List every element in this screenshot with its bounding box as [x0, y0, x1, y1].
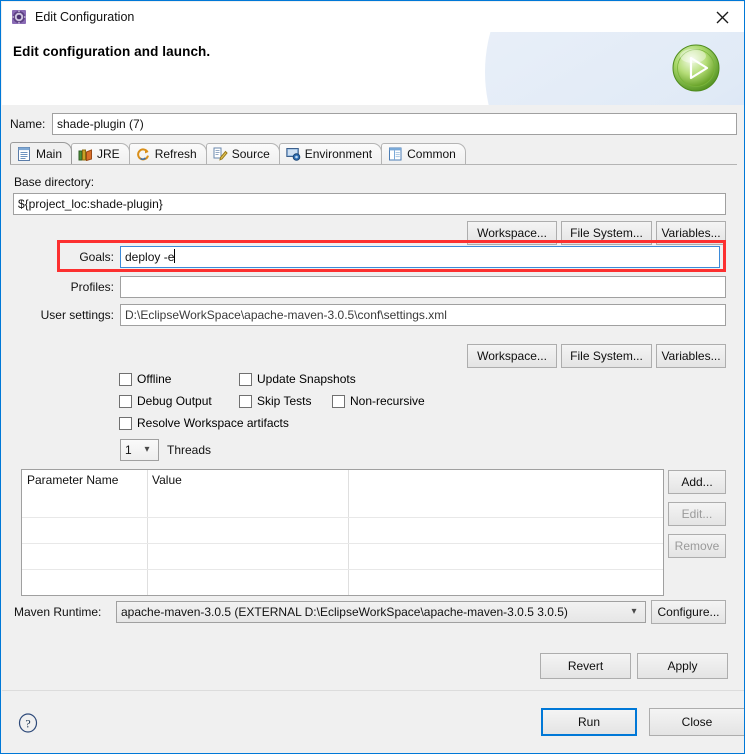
tab-label: Common [407, 147, 456, 161]
profiles-input[interactable] [120, 276, 726, 298]
profiles-label: Profiles: [70, 280, 114, 294]
text-caret [174, 249, 176, 263]
books-icon [78, 147, 93, 162]
base-directory-input[interactable]: ${project_loc:shade-plugin} [13, 193, 726, 215]
tab-label: Environment [304, 147, 373, 161]
dialog-header: Edit configuration and launch. [2, 32, 744, 105]
tab-jre[interactable]: JRE [71, 143, 130, 164]
chevron-down-icon: ▾ [631, 606, 637, 617]
threads-combo[interactable]: 1 ▾ [120, 439, 159, 461]
source-edit-icon [213, 147, 228, 161]
title-bar: Edit Configuration [2, 2, 744, 32]
checkbox-label: Update Snapshots [257, 372, 356, 386]
checkbox-label: Offline [137, 372, 172, 386]
name-label: Name: [10, 117, 46, 131]
tab-source[interactable]: Source [205, 143, 280, 164]
checkbox-box [332, 394, 345, 408]
column-extra [348, 470, 663, 491]
maven-runtime-combo[interactable]: apache-maven-3.0.5 (EXTERNAL D:\EclipseW… [116, 601, 646, 623]
svg-text:?: ? [25, 717, 30, 731]
chevron-down-icon: ▾ [144, 444, 150, 455]
user-settings-label: User settings: [40, 308, 114, 322]
maven-runtime-value: apache-maven-3.0.5 (EXTERNAL D:\EclipseW… [121, 605, 568, 619]
tab-main[interactable]: Main [10, 142, 73, 164]
tab-label: Main [36, 146, 63, 161]
column-parameter-name: Parameter Name [27, 473, 119, 487]
checkbox-offline[interactable]: Offline [119, 372, 171, 386]
base-directory-variables-button[interactable]: Variables... [656, 221, 726, 245]
checkbox-update-snapshots[interactable]: Update Snapshots [239, 372, 356, 386]
apply-button[interactable]: Apply [637, 653, 728, 679]
add-parameter-button[interactable]: Add... [668, 470, 726, 494]
checkbox-box [239, 372, 252, 386]
checkbox-resolve-workspace-artifacts[interactable]: Resolve Workspace artifacts [119, 416, 289, 430]
page-title: Edit configuration and launch. [13, 44, 211, 59]
threads-label: Threads [167, 443, 212, 457]
checkbox-debug-output[interactable]: Debug Output [119, 394, 212, 408]
close-icon[interactable] [705, 4, 739, 30]
checkbox-label: Skip Tests [257, 394, 312, 408]
name-row: Name: shade-plugin (7) [10, 113, 737, 135]
checkbox-box [239, 394, 252, 408]
base-directory-label: Base directory: [14, 175, 95, 189]
refresh-icon [136, 147, 151, 161]
gear-icon [11, 9, 27, 25]
goals-value: deploy -e [125, 250, 175, 264]
edit-parameter-button[interactable]: Edit... [668, 502, 726, 526]
base-directory-file-system-button[interactable]: File System... [561, 221, 652, 245]
checkbox-label: Non-recursive [350, 394, 425, 408]
configure-button[interactable]: Configure... [651, 600, 726, 624]
close-button[interactable]: Close [649, 708, 744, 736]
tab-label: Source [231, 147, 270, 161]
goals-input[interactable]: deploy -e [120, 246, 720, 268]
user-settings-input[interactable]: D:\EclipseWorkSpace\apache-maven-3.0.5\c… [120, 304, 726, 326]
dialog-body: Name: shade-plugin (7) Main JRE Refresh … [2, 105, 744, 721]
checkbox-skip-tests[interactable]: Skip Tests [239, 394, 311, 408]
document-icon [17, 146, 32, 161]
remove-parameter-button[interactable]: Remove [668, 534, 726, 558]
tab-folder: Main JRE Refresh Source Environment Comm… [10, 142, 737, 722]
goals-label: Goals: [79, 250, 114, 264]
run-button[interactable]: Run [541, 708, 637, 736]
table-header-row: Parameter Name Value [22, 470, 663, 491]
threads-value: 1 [125, 443, 132, 457]
checkbox-non-recursive[interactable]: Non-recursive [332, 394, 425, 408]
tab-environment[interactable]: Environment [278, 143, 383, 164]
tab-bar: Main JRE Refresh Source Environment Comm… [10, 142, 737, 165]
window-title: Edit Configuration [35, 10, 135, 24]
parameters-table[interactable]: Parameter Name Value [21, 469, 664, 596]
user-settings-workspace-button[interactable]: Workspace... [467, 344, 557, 368]
monitor-icon [286, 147, 301, 161]
revert-button[interactable]: Revert [540, 653, 631, 679]
checkbox-box [119, 372, 132, 386]
column-value: Value [152, 473, 182, 487]
tab-label: JRE [97, 147, 120, 161]
tab-common[interactable]: Common [381, 143, 466, 164]
tab-label: Refresh [154, 147, 197, 161]
tab-refresh[interactable]: Refresh [128, 143, 207, 164]
name-input[interactable]: shade-plugin (7) [52, 113, 737, 135]
edit-configuration-dialog: Edit Configuration Edit configuration an… [0, 0, 745, 754]
run-play-icon [671, 43, 721, 93]
base-directory-workspace-button[interactable]: Workspace... [467, 221, 557, 245]
dialog-footer: ? Run Close [2, 690, 744, 753]
checkbox-box [119, 416, 132, 430]
help-icon[interactable]: ? [18, 713, 38, 733]
checkbox-label: Debug Output [137, 394, 212, 408]
user-settings-file-system-button[interactable]: File System... [561, 344, 652, 368]
checkbox-label: Resolve Workspace artifacts [137, 416, 289, 430]
maven-runtime-label: Maven Runtime: [14, 605, 102, 619]
checkbox-box [119, 394, 132, 408]
main-tab-panel: Base directory: ${project_loc:shade-plug… [10, 165, 737, 721]
user-settings-variables-button[interactable]: Variables... [656, 344, 726, 368]
window-icon [388, 147, 403, 161]
